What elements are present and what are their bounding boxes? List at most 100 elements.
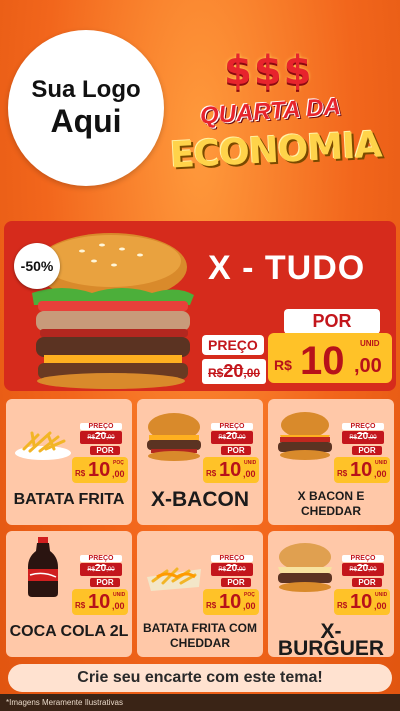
old-price-currency: R$ xyxy=(208,366,224,380)
price-decimal: ,00 xyxy=(374,469,387,479)
logo-placeholder: Sua Logo Aqui xyxy=(8,30,164,186)
product-card: PREÇO R$20,00 POR R$ 10 UNID ,00 X BACON… xyxy=(268,399,394,525)
soda-bottle-image xyxy=(28,537,58,597)
price-integer: 10 xyxy=(88,459,111,481)
dollar-signs: $$$ xyxy=(224,48,314,94)
preco-label: PREÇO xyxy=(342,423,384,430)
logo-line-2: Aqui xyxy=(50,102,122,139)
price-integer: 10 xyxy=(88,591,111,613)
cta-button[interactable]: Crie seu encarte com este tema! xyxy=(8,664,392,692)
price-decimal: ,00 xyxy=(112,469,125,479)
price-integer: 10 xyxy=(300,339,345,383)
old-price-currency: R$ xyxy=(218,567,227,573)
old-price-cents: ,00 xyxy=(106,567,115,573)
price-currency: R$ xyxy=(337,469,348,478)
price-unit: UNID xyxy=(113,592,126,598)
por-label: POR xyxy=(284,309,380,334)
current-price: R$ 10 UNID ,00 xyxy=(203,457,259,483)
preco-label: PREÇO xyxy=(80,555,122,562)
old-price-cents: ,00 xyxy=(368,435,377,441)
old-price-cents: ,00 xyxy=(237,567,246,573)
preco-label: PREÇO xyxy=(80,423,122,430)
old-price-value: 20 xyxy=(223,361,244,381)
old-price: R$20,00 xyxy=(80,563,122,576)
burger-cheddar-image xyxy=(278,412,332,460)
discount-badge: -50% xyxy=(14,243,60,289)
fries-cheddar-image xyxy=(147,567,201,591)
featured-product: -50% X - TUDO POR PREÇO R$20,00 R$ 10 UN… xyxy=(4,221,396,391)
current-price: R$ 10 UNID ,00 xyxy=(334,589,390,615)
fries-image xyxy=(15,431,71,460)
por-label: POR xyxy=(352,578,382,587)
old-price: R$20,00 xyxy=(211,563,253,576)
product-name: X-BACON xyxy=(151,488,249,511)
price-decimal: ,00 xyxy=(374,601,387,611)
old-price-cents: ,00 xyxy=(368,567,377,573)
por-label: POR xyxy=(221,446,251,455)
featured-product-name: X - TUDO xyxy=(208,249,366,287)
price-integer: 10 xyxy=(350,591,373,613)
old-price-value: 20 xyxy=(95,431,107,442)
old-price-value: 20 xyxy=(226,431,238,442)
title-line-2: ECONOMIA xyxy=(169,124,383,177)
old-price-value: 20 xyxy=(226,563,238,574)
product-card: PREÇO R$20,00 POR R$ 10 UNID ,00 X-BACON xyxy=(137,399,263,525)
old-price-currency: R$ xyxy=(349,567,358,573)
price-integer: 10 xyxy=(219,459,242,481)
price-decimal: ,00 xyxy=(112,601,125,611)
price-unit: UNID xyxy=(375,460,388,466)
price-unit: UNID xyxy=(244,460,257,466)
old-price-value: 20 xyxy=(357,431,369,442)
product-name: X-BURGUER xyxy=(277,620,385,657)
price-currency: R$ xyxy=(206,469,217,478)
old-price-currency: R$ xyxy=(349,435,358,441)
old-price-cents: ,00 xyxy=(106,435,115,441)
burger-image xyxy=(147,413,201,461)
old-price-cents: ,00 xyxy=(237,435,246,441)
product-card: PREÇO R$20,00 POR R$ 10 POÇ ,00 BATATA F… xyxy=(6,399,132,525)
current-price: R$ 10 POÇ ,00 xyxy=(203,589,259,615)
old-price-currency: R$ xyxy=(87,567,96,573)
preco-label: PREÇO xyxy=(211,555,253,562)
price-unit: POÇ xyxy=(244,592,255,598)
price-currency: R$ xyxy=(75,469,86,478)
title-line-1: QUARTA DA xyxy=(199,93,342,130)
product-card: PREÇO R$20,00 POR R$ 10 UNID ,00 COCA CO… xyxy=(6,531,132,657)
old-price: R$20,00 xyxy=(80,431,122,444)
price-currency: R$ xyxy=(75,601,86,610)
product-name: BATATA FRITA xyxy=(13,491,125,508)
por-label: POR xyxy=(221,578,251,587)
por-label: POR xyxy=(352,446,382,455)
preco-label: PREÇO xyxy=(342,555,384,562)
old-price: R$20,00 xyxy=(342,431,384,444)
old-price: R$20,00 xyxy=(342,563,384,576)
price-currency: R$ xyxy=(337,601,348,610)
por-label: POR xyxy=(90,446,120,455)
price-unit: POÇ xyxy=(113,460,124,466)
current-price: R$ 10 UNID ,00 xyxy=(72,589,128,615)
price-decimal: ,00 xyxy=(354,355,382,377)
logo-line-1: Sua Logo xyxy=(31,76,141,104)
disclaimer-text: *Imagens Meramente Ilustrativas xyxy=(0,694,400,711)
price-decimal: ,00 xyxy=(243,469,256,479)
current-price: R$ 10 POÇ ,00 xyxy=(72,457,128,483)
old-price: R$20,00 xyxy=(211,431,253,444)
price-unit: UNID xyxy=(360,339,380,348)
por-label: POR xyxy=(90,578,120,587)
product-card: PREÇO R$20,00 POR R$ 10 POÇ ,00 BATATA F… xyxy=(137,531,263,657)
old-price-cents: ,00 xyxy=(243,366,261,380)
product-name: COCA COLA 2L xyxy=(9,623,129,640)
current-price: R$ 10 UNID ,00 xyxy=(268,333,392,383)
product-name: X BACON E CHEDDAR xyxy=(297,489,365,518)
old-price-currency: R$ xyxy=(87,435,96,441)
preco-label: PREÇO xyxy=(211,423,253,430)
price-decimal: ,00 xyxy=(243,601,256,611)
old-price-value: 20 xyxy=(95,563,107,574)
current-price: R$ 10 UNID ,00 xyxy=(334,457,390,483)
price-integer: 10 xyxy=(219,591,242,613)
product-name: BATATA FRITA COM CHEDDAR xyxy=(143,621,257,650)
preco-label: PREÇO xyxy=(202,335,264,355)
price-integer: 10 xyxy=(350,459,373,481)
price-currency: R$ xyxy=(274,357,292,373)
cheeseburger-image xyxy=(278,543,332,592)
